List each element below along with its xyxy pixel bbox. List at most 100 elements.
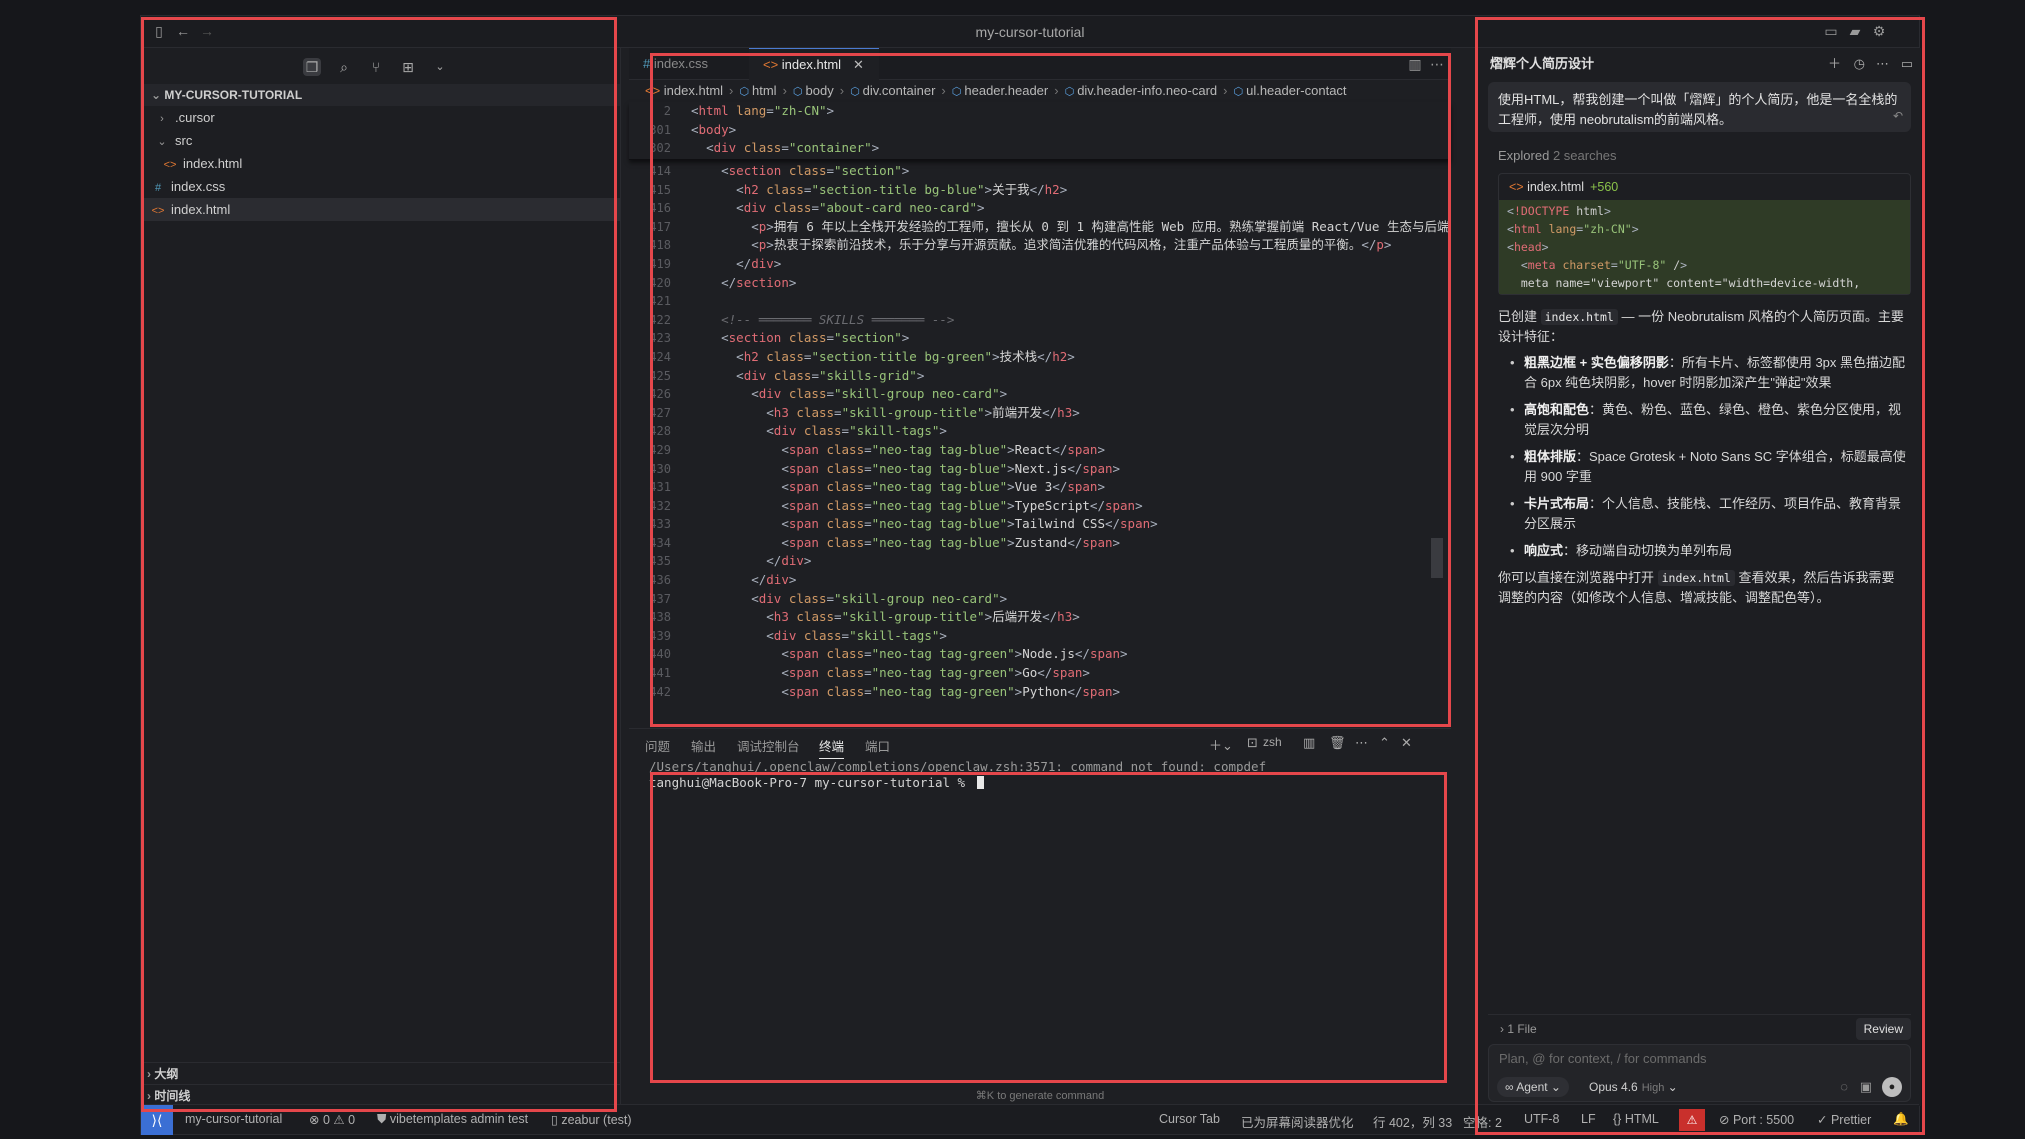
breadcrumb-item[interactable]: html <box>752 83 777 98</box>
more-actions-icon[interactable]: ⋯ <box>1429 56 1445 72</box>
image-attach-icon[interactable]: ▣ <box>1860 1077 1872 1097</box>
code-line[interactable]: 430 <span class="neo-tag tag-blue">Next.… <box>629 460 1451 479</box>
code-line[interactable]: 432 <span class="neo-tag tag-blue">TypeS… <box>629 497 1451 516</box>
tree-file-src-index-html[interactable]: <> index.html <box>141 152 620 175</box>
code-line[interactable]: 440 <span class="neo-tag tag-green">Node… <box>629 645 1451 664</box>
code-line[interactable]: 439 <div class="skill-tags"> <box>629 627 1451 646</box>
explorer-root[interactable]: ⌄ MY-CURSOR-TUTORIAL <box>141 84 620 106</box>
breadcrumb-item[interactable]: body <box>806 83 834 98</box>
chevron-down-icon[interactable]: ⌄ <box>431 58 449 76</box>
breadcrumb-item[interactable]: div.header-info.neo-card <box>1077 83 1217 98</box>
search-icon[interactable]: ⌕ <box>335 58 353 76</box>
eol-status[interactable]: LF <box>1581 1112 1596 1126</box>
changed-files-toggle[interactable]: › 1 File <box>1500 1022 1537 1036</box>
cursor-position[interactable]: 行 402，列 33 <box>1373 1112 1452 1131</box>
branch-status[interactable]: ▯ zeabur (test) <box>551 1112 632 1127</box>
close-icon[interactable]: ✕ <box>853 57 864 72</box>
code-line[interactable]: 420 </section> <box>629 274 1451 293</box>
maximize-panel-icon[interactable]: ⌃ <box>1379 735 1390 751</box>
new-chat-icon[interactable]: ＋ <box>1828 48 1841 80</box>
tab-index-html[interactable]: <> index.html ✕ <box>749 48 879 80</box>
more-actions-icon[interactable]: ⋯ <box>1355 735 1368 751</box>
code-line[interactable]: 301 <body> <box>629 121 1451 140</box>
workspace-name[interactable]: my-cursor-tutorial <box>185 1112 282 1126</box>
code-line[interactable]: 416 <div class="about-card neo-card"> <box>629 199 1451 218</box>
code-line[interactable]: 434 <span class="neo-tag tag-blue">Zusta… <box>629 534 1451 553</box>
tree-file-index-css[interactable]: # index.css <box>141 175 620 198</box>
model-select[interactable]: Opus 4.6 High ⌄ <box>1589 1077 1678 1098</box>
chat-icon[interactable]: ▰ <box>1847 23 1863 39</box>
toggle-panel-icon[interactable]: ▭ <box>1823 23 1839 39</box>
code-line[interactable]: 414 <section class="section"> <box>629 162 1451 181</box>
tree-file-index-html[interactable]: <> index.html <box>141 198 620 221</box>
account-status[interactable]: ⛊ vibetemplates admin test <box>377 1112 528 1127</box>
code-line[interactable]: 417 <p>拥有 6 年以上全栈开发经验的工程师，擅长从 0 到 1 构建高性… <box>629 218 1451 237</box>
add-terminal-icon[interactable]: ＋⌄ <box>1209 735 1233 754</box>
agent-mode-select[interactable]: ∞ Agent ⌄ <box>1497 1077 1569 1097</box>
code-line[interactable]: 433 <span class="neo-tag tag-blue">Tailw… <box>629 515 1451 534</box>
more-actions-icon[interactable]: ⋯ <box>1876 48 1889 80</box>
tab-debug-console[interactable]: 调试控制台 <box>737 736 800 755</box>
split-editor-icon[interactable]: ▥ <box>1407 56 1423 72</box>
source-control-icon[interactable]: ⑂ <box>367 58 385 76</box>
cursor-tab-status[interactable]: Cursor Tab <box>1159 1112 1220 1126</box>
code-line[interactable]: 435 </div> <box>629 552 1451 571</box>
code-line[interactable]: 302 <div class="container"> <box>629 139 1451 158</box>
file-diff-card[interactable]: <> index.html +560 <!DOCTYPE html> <html l… <box>1498 173 1911 295</box>
explored-summary[interactable]: Explored 2 searches <box>1498 148 1921 163</box>
terminal[interactable]: /Users/tanghui/.openclaw/completions/ope… <box>629 759 1451 791</box>
timeline-section[interactable]: › 时间线 <box>141 1084 620 1106</box>
code-line[interactable]: 429 <span class="neo-tag tag-blue">React… <box>629 441 1451 460</box>
close-panel-icon[interactable]: ✕ <box>1401 735 1412 751</box>
code-line[interactable]: 423 <section class="section"> <box>629 329 1451 348</box>
shell-name[interactable]: zsh <box>1263 735 1282 749</box>
code-line[interactable]: 431 <span class="neo-tag tag-blue">Vue 3… <box>629 478 1451 497</box>
code-line[interactable]: 442 <span class="neo-tag tag-green">Pyth… <box>629 683 1451 702</box>
split-terminal-icon[interactable]: ▥ <box>1303 735 1315 751</box>
tree-folder-src[interactable]: ⌄ src <box>141 129 620 152</box>
breadcrumb-item[interactable]: div.container <box>863 83 936 98</box>
code-line[interactable]: 421 <box>629 292 1451 311</box>
screen-reader-status[interactable]: 已为屏幕阅读器优化 <box>1241 1112 1354 1131</box>
tree-folder-cursor[interactable]: › .cursor <box>141 106 620 129</box>
toggle-chat-panel-icon[interactable]: ▭ <box>1901 48 1913 80</box>
remote-indicator-icon[interactable]: ⟩⟨ <box>141 1105 173 1135</box>
trash-icon[interactable]: 🗑 <box>1329 735 1346 751</box>
history-icon[interactable]: ◷ <box>1854 48 1865 80</box>
code-line[interactable]: 426 <div class="skill-group neo-card"> <box>629 385 1451 404</box>
code-line[interactable]: 419 </div> <box>629 255 1451 274</box>
indentation-status[interactable]: 空格: 2 <box>1463 1112 1502 1131</box>
tab-ports[interactable]: 端口 <box>865 736 890 755</box>
breadcrumb-item[interactable]: ul.header-contact <box>1246 83 1346 98</box>
code-line[interactable]: 425 <div class="skills-grid"> <box>629 367 1451 386</box>
outline-section[interactable]: › 大纲 <box>141 1062 620 1084</box>
breadcrumb-item[interactable]: header.header <box>964 83 1048 98</box>
language-mode[interactable]: {} HTML <box>1613 1112 1659 1126</box>
code-line[interactable]: 2 <html lang="zh-CN"> <box>629 102 1451 121</box>
tab-terminal[interactable]: 终端 <box>819 736 845 759</box>
chat-composer[interactable]: Plan, @ for context, / for commands ∞ Ag… <box>1488 1044 1911 1102</box>
warning-icon[interactable]: ⚠ <box>1679 1109 1705 1131</box>
prettier-status[interactable]: ✓ Prettier <box>1817 1112 1871 1127</box>
settings-gear-icon[interactable]: ⚙ <box>1871 23 1887 39</box>
code-line[interactable]: 418 <p>热衷于探索前沿技术，乐于分享与开源贡献。追求简洁优雅的代码风格，注… <box>629 236 1451 255</box>
editor-scrollbar[interactable] <box>1431 538 1443 578</box>
composer-placeholder[interactable]: Plan, @ for context, / for commands <box>1499 1051 1707 1066</box>
microphone-icon[interactable]: ● <box>1882 1077 1902 1097</box>
code-line[interactable]: 427 <h3 class="skill-group-title">前端开发</… <box>629 404 1451 423</box>
code-line[interactable]: 436 </div> <box>629 571 1451 590</box>
code-line[interactable]: 437 <div class="skill-group neo-card"> <box>629 590 1451 609</box>
notifications-bell-icon[interactable]: 🔔 <box>1893 1112 1909 1127</box>
undo-icon[interactable]: ↶ <box>1893 106 1903 126</box>
explorer-files-icon[interactable]: ❐ <box>303 58 321 76</box>
tab-output[interactable]: 输出 <box>691 736 716 755</box>
code-line[interactable]: 438 <h3 class="skill-group-title">后端开发</… <box>629 608 1451 627</box>
tab-problems[interactable]: 问题 <box>645 736 670 755</box>
code-line[interactable]: 428 <div class="skill-tags"> <box>629 422 1451 441</box>
encoding-status[interactable]: UTF-8 <box>1524 1112 1559 1126</box>
user-message[interactable]: 使用HTML，帮我创建一个叫做「熠辉」的个人简历，他是一名全栈的工程师，使用 n… <box>1488 82 1911 132</box>
tab-index-css[interactable]: # index.css <box>629 48 749 80</box>
port-status[interactable]: ⊘ Port : 5500 <box>1719 1112 1794 1127</box>
code-line[interactable]: 441 <span class="neo-tag tag-green">Go</… <box>629 664 1451 683</box>
extensions-icon[interactable]: ⊞ <box>399 58 417 76</box>
